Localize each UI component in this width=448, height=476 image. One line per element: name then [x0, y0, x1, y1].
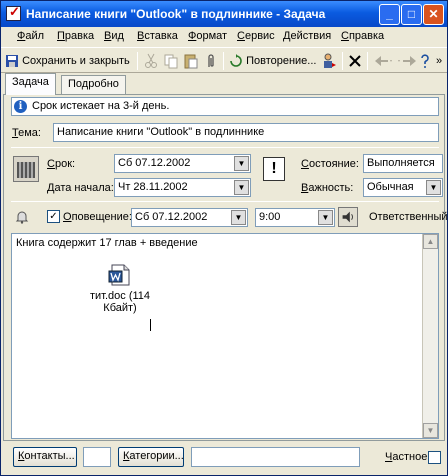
attach-file-icon[interactable] [205, 52, 217, 70]
owner-label: Ответственный [369, 211, 448, 223]
contacts-button[interactable]: Контакты... [13, 447, 77, 467]
scroll-down-icon[interactable]: ▼ [423, 423, 438, 438]
start-date-value: Чт 28.11.2002 [118, 181, 188, 193]
paste-icon[interactable] [184, 52, 198, 70]
toolbar-overflow-button[interactable]: » [436, 52, 442, 70]
task-window: Написание книги "Outlook" в подлиннике -… [0, 0, 448, 476]
private-label: Частное [385, 451, 428, 463]
minimize-button[interactable]: _ [379, 4, 400, 25]
chevron-down-icon[interactable]: ▼ [426, 180, 441, 195]
status-select[interactable]: Выполняется [363, 154, 443, 173]
notes-scrollbar[interactable]: ▲ ▼ [422, 234, 438, 438]
reminder-date-value: Сб 07.12.2002 [135, 211, 208, 223]
window-title: Написание книги "Outlook" в подлиннике -… [26, 7, 326, 21]
text-cursor [150, 319, 151, 331]
info-bar: i Срок истекает на 3-й день. [11, 97, 439, 116]
recurrence-icon [230, 54, 242, 67]
menu-help[interactable]: Справка [341, 30, 384, 42]
due-label: Срок: [47, 158, 76, 170]
cut-icon[interactable] [144, 52, 158, 70]
menu-view[interactable]: Вид [104, 30, 124, 42]
info-text: Срок истекает на 3-й день. [32, 100, 170, 112]
menu-format[interactable]: Формат [188, 30, 227, 42]
divider [11, 201, 439, 202]
priority-value: Обычная [367, 181, 414, 193]
bell-icon [15, 211, 29, 224]
menu-edit[interactable]: Правка [57, 30, 94, 42]
chevron-down-icon[interactable]: ▼ [234, 180, 249, 195]
subject-input[interactable]: Написание книги "Outlook" в подлиннике [53, 123, 439, 142]
reminder-time-value: 9:00 [259, 211, 281, 223]
menu-actions[interactable]: Действия [283, 30, 331, 42]
status-value: Выполняется [367, 157, 435, 169]
toolbar-separator [342, 52, 343, 70]
menu-bar: Файл Правка Вид Вставка Формат Сервис Де… [1, 27, 447, 46]
attachment-label: тит.doc (114 Кбайт) [89, 290, 151, 314]
attachment[interactable]: тит.doc (114 Кбайт) [80, 262, 160, 314]
toolbar: Сохранить и закрыть Повторение... » [1, 47, 447, 73]
menu-file[interactable]: Файл [17, 30, 44, 42]
close-button[interactable]: ✕ [423, 4, 444, 25]
menu-tools[interactable]: Сервис [237, 30, 275, 42]
next-item-icon[interactable] [397, 52, 419, 70]
reminder-label: Оповещение: [63, 211, 132, 223]
task-app-icon[interactable] [6, 4, 21, 21]
copy-icon[interactable] [164, 52, 178, 70]
scroll-up-icon[interactable]: ▲ [423, 234, 438, 249]
tab-details[interactable]: Подробно [61, 75, 126, 94]
title-bar[interactable]: Написание книги "Outlook" в подлиннике -… [1, 1, 447, 27]
toolbar-separator [223, 52, 224, 70]
priority-icon: ! [263, 157, 285, 181]
reminder-time-select[interactable]: 9:00 ▼ [255, 208, 335, 227]
notes-text: Книга содержит 17 глав + введение [16, 237, 198, 249]
priority-select[interactable]: Обычная ▼ [363, 178, 443, 197]
recurrence-button[interactable]: Повторение... [229, 52, 316, 70]
info-icon: i [14, 100, 27, 113]
recurrence-label: Повторение... [246, 55, 317, 67]
reminder-checkbox[interactable]: ✓ [47, 210, 60, 223]
previous-item-icon[interactable] [372, 52, 394, 70]
notes-area[interactable]: Книга содержит 17 глав + введение тит.do… [11, 233, 439, 439]
divider [11, 147, 439, 148]
speaker-icon[interactable] [338, 207, 358, 227]
chevron-down-icon[interactable]: ▼ [318, 210, 333, 225]
calendar-icon [13, 156, 39, 182]
word-document-icon [108, 264, 130, 286]
save-close-button[interactable]: Сохранить и закрыть [5, 52, 130, 70]
maximize-button[interactable]: □ [401, 4, 422, 25]
menu-insert[interactable]: Вставка [137, 30, 178, 42]
tab-task[interactable]: Задача [5, 73, 56, 95]
save-icon [6, 55, 18, 68]
start-label: Дата начала: [47, 182, 114, 194]
toolbar-separator [367, 52, 368, 70]
assign-task-icon[interactable] [321, 52, 337, 70]
help-icon[interactable] [418, 52, 432, 70]
private-checkbox[interactable] [428, 451, 441, 464]
categories-button[interactable]: Категории... [118, 447, 184, 467]
due-date-value: Сб 07.12.2002 [118, 157, 191, 169]
contacts-input[interactable] [83, 447, 111, 467]
delete-icon[interactable] [348, 52, 362, 70]
status-label: Состояние: [301, 158, 359, 170]
save-close-label: Сохранить и закрыть [22, 55, 130, 67]
start-date-select[interactable]: Чт 28.11.2002 ▼ [114, 178, 251, 197]
sound-icon [342, 211, 353, 223]
subject-label: Тема: [12, 127, 41, 139]
chevron-down-icon[interactable]: ▼ [231, 210, 246, 225]
due-date-select[interactable]: Сб 07.12.2002 ▼ [114, 154, 251, 173]
toolbar-separator [137, 52, 138, 70]
categories-input[interactable] [191, 447, 360, 467]
chevron-down-icon[interactable]: ▼ [234, 156, 249, 171]
reminder-date-select[interactable]: Сб 07.12.2002 ▼ [131, 208, 248, 227]
priority-label: Важность: [301, 182, 354, 194]
